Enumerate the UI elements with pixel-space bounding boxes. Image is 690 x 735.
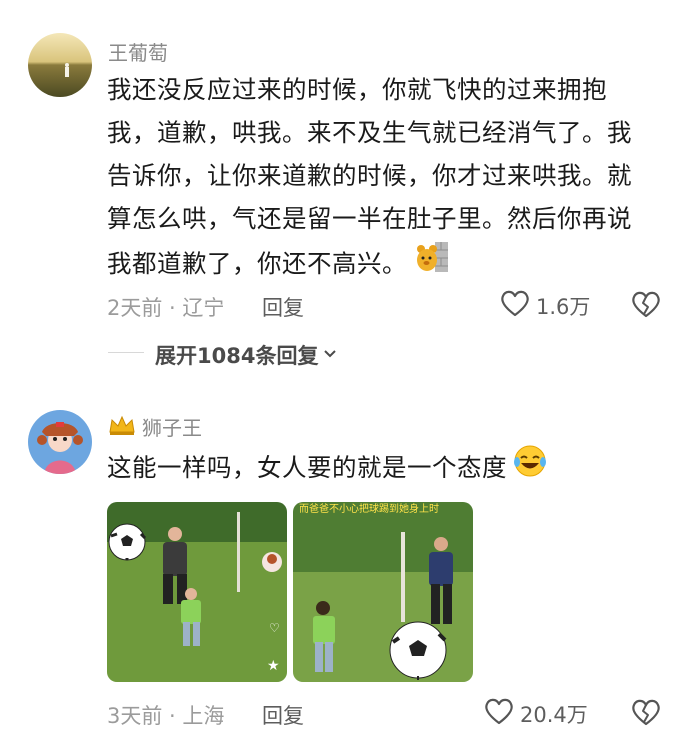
laugh-cry-emoji-icon	[513, 444, 547, 491]
reply-button[interactable]: 回复	[262, 700, 304, 730]
svg-text:♡: ♡	[269, 621, 280, 635]
comment-text: 这能一样吗，女人要的就是一个态度	[107, 444, 547, 491]
comment-text: 我还没反应过来的时候，你就飞快的过来拥抱 我，道歉，哄我。来不及生气就已经消气了…	[107, 68, 667, 287]
comment-text-line: 算怎么哄，气还是留一半在肚子里。然后你再说	[107, 204, 632, 233]
comment-text-line: 告诉你，让你来道歉的时候，你才过来哄我。就	[107, 161, 632, 190]
like-button[interactable]: 1.6万	[500, 289, 590, 322]
svg-text:★: ★	[267, 658, 280, 674]
chevron-down-icon	[322, 343, 338, 367]
comment-image[interactable]: 而爸爸不小心把球踢到她身上时	[293, 502, 473, 682]
reply-button[interactable]: 回复	[262, 292, 304, 322]
comment-item: 狮子王 这能一样吗，女人要的就是一个态度 ♡ ★ 而爸爸不小心把球踢到她身上时 …	[0, 390, 690, 735]
avatar-image	[28, 33, 92, 97]
comment-text-line: 我都道歉了，你还不高兴。	[107, 249, 407, 278]
comment-item: 王葡萄 我还没反应过来的时候，你就飞快的过来拥抱 我，道歉，哄我。来不及生气就已…	[0, 0, 690, 390]
heart-icon	[500, 289, 530, 322]
bear-wall-emoji-icon	[415, 240, 449, 287]
username[interactable]: 王葡萄	[108, 37, 168, 66]
broken-heart-icon	[632, 291, 660, 318]
dislike-button[interactable]	[630, 289, 662, 319]
expand-replies-label: 展开1084条回复	[155, 344, 319, 368]
dislike-button[interactable]	[630, 697, 662, 727]
crown-icon	[108, 414, 136, 440]
username[interactable]: 狮子王	[142, 412, 202, 441]
like-count: 1.6万	[536, 294, 591, 319]
expand-replies-button[interactable]: 展开1084条回复	[155, 340, 338, 370]
avatar[interactable]	[28, 33, 92, 97]
comment-text-line: 我还没反应过来的时候，你就飞快的过来拥抱	[107, 75, 607, 104]
soccer-ball-icon	[389, 621, 447, 680]
soccer-ball-icon	[108, 523, 147, 561]
comment-text-line: 我，道歉，哄我。来不及生气就已经消气了。我	[107, 118, 632, 147]
comment-text-last-row: 我都道歉了，你还不高兴。	[107, 240, 667, 287]
like-count: 20.4万	[520, 702, 588, 727]
like-button[interactable]: 20.4万	[484, 697, 588, 730]
comment-text-line: 这能一样吗，女人要的就是一个态度	[107, 453, 507, 482]
username-row: 狮子王	[108, 412, 202, 441]
heart-icon	[484, 697, 514, 730]
avatar[interactable]	[28, 410, 92, 474]
comment-time-location: 2天前 · 辽宁	[107, 296, 225, 320]
avatar-image	[28, 410, 92, 474]
comment-time-location: 3天前 · 上海	[107, 704, 225, 728]
expand-divider	[108, 352, 144, 353]
soccer-photo-1: ♡ ★	[107, 502, 287, 682]
media-caption: 而爸爸不小心把球踢到她身上时	[299, 502, 439, 515]
soccer-photo-2: 而爸爸不小心把球踢到她身上时	[293, 502, 473, 682]
comment-image[interactable]: ♡ ★	[107, 502, 287, 682]
broken-heart-icon	[632, 699, 660, 726]
